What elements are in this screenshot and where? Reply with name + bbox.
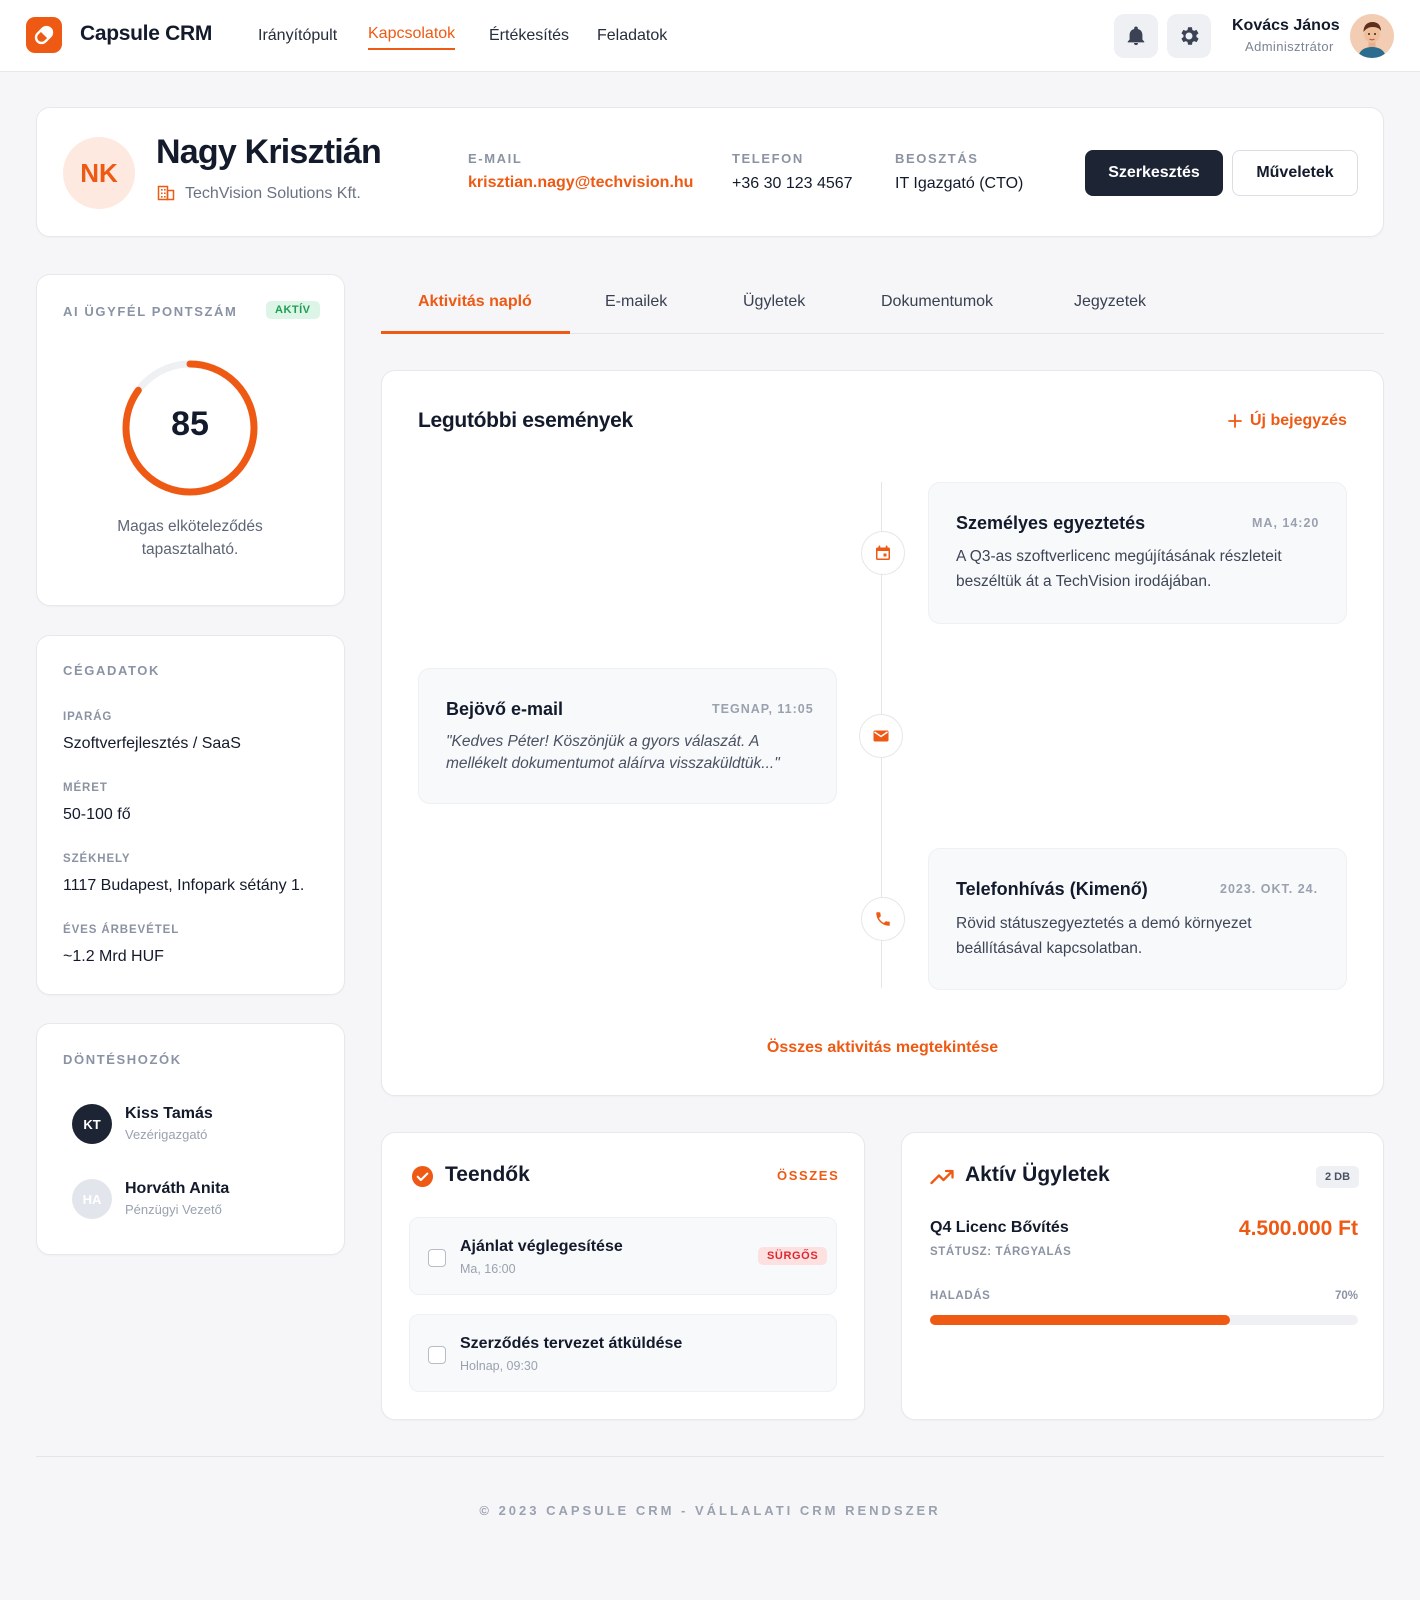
check-circle-icon xyxy=(411,1165,434,1193)
deal-amount: 4.500.000 Ft xyxy=(1238,1217,1358,1240)
person-name[interactable]: Horváth Anita xyxy=(125,1180,229,1198)
task-checkbox[interactable] xyxy=(428,1346,446,1364)
trending-up-icon xyxy=(930,1168,955,1190)
deal-name[interactable]: Q4 Licenc Bővítés xyxy=(930,1219,1069,1237)
deal-progress-bar xyxy=(930,1315,1358,1325)
active-tab-indicator xyxy=(381,331,570,334)
contact-name: Nagy Krisztián xyxy=(156,133,382,171)
task-checkbox[interactable] xyxy=(428,1249,446,1267)
actions-button[interactable]: Műveletek xyxy=(1232,150,1358,196)
avatar: HA xyxy=(72,1179,112,1219)
building-icon xyxy=(157,184,175,207)
event-text: mellékelt dokumentumot aláírva visszakül… xyxy=(446,755,780,772)
urgent-badge: SÜRGŐS xyxy=(758,1247,828,1265)
tasks-all-link[interactable]: ÖSSZES xyxy=(777,1168,839,1183)
score-value: 85 xyxy=(171,405,209,443)
user-role: Adminisztrátor xyxy=(1245,39,1334,54)
company-data-title: CÉGADATOK xyxy=(63,663,160,678)
bell-icon xyxy=(1127,26,1145,46)
brand-name[interactable]: Capsule CRM xyxy=(80,22,212,46)
event-text: Rövid státuszegyeztetés a demó környezet xyxy=(956,915,1252,932)
task-item[interactable]: Szerződés tervezet átküldése Holnap, 09:… xyxy=(409,1314,837,1392)
event-text: beállításával kapcsolatban. xyxy=(956,940,1143,957)
event-time: MA, 14:20 xyxy=(1252,516,1320,530)
position-label: BEOSZTÁS xyxy=(895,151,979,166)
progress-label: HALADÁS xyxy=(930,1290,991,1302)
phone-icon xyxy=(861,897,905,941)
nav-item-tasks[interactable]: Feladatok xyxy=(597,27,667,45)
footer-text: © 2023 CAPSULE CRM - VÁLLALATI CRM RENDS… xyxy=(479,1503,941,1518)
contact-email-link[interactable]: krisztian.nagy@techvision.hu xyxy=(468,174,693,192)
score-text-line2: tapasztalható. xyxy=(141,541,239,558)
event-title: Telefonhívás (Kimenő) xyxy=(956,879,1148,899)
decision-makers-title: DÖNTÉSHOZÓK xyxy=(63,1052,182,1067)
new-entry-button[interactable]: Új bejegyzés xyxy=(1250,412,1347,430)
view-all-activity-link[interactable]: Összes aktivitás megtekintése xyxy=(381,1039,1384,1057)
field-value-revenue: ~1.2 Mrd HUF xyxy=(63,948,164,965)
activity-title: Legutóbbi események xyxy=(418,409,633,432)
nav-item-contacts[interactable]: Kapcsolatok xyxy=(368,25,456,50)
tasks-title: Teendők xyxy=(445,1163,530,1186)
tab-deals[interactable]: Ügyletek xyxy=(743,293,805,311)
user-avatar[interactable] xyxy=(1350,14,1394,58)
plus-icon xyxy=(1228,414,1242,433)
contact-position: IT Igazgató (CTO) xyxy=(895,175,1024,192)
contact-company[interactable]: TechVision Solutions Kft. xyxy=(185,185,361,203)
progress-percent: 70% xyxy=(1334,1290,1358,1302)
deal-status: STÁTUSZ: TÁRGYALÁS xyxy=(930,1246,1072,1258)
contact-avatar: NK xyxy=(63,137,135,209)
notifications-button[interactable] xyxy=(1114,14,1158,58)
mail-icon xyxy=(859,714,903,758)
edit-button[interactable]: Szerkesztés xyxy=(1085,150,1223,196)
avatar: KT xyxy=(72,1104,112,1144)
person-name[interactable]: Kiss Tamás xyxy=(125,1105,213,1123)
settings-button[interactable] xyxy=(1167,14,1211,58)
ai-score-title: AI ÜGYFÉL PONTSZÁM xyxy=(63,304,238,319)
contact-phone[interactable]: +36 30 123 4567 xyxy=(732,175,853,193)
field-label-industry: IPARÁG xyxy=(63,711,113,723)
event-time: 2023. OKT. 24. xyxy=(1220,882,1319,896)
task-due: Holnap, 09:30 xyxy=(460,1359,538,1373)
field-label-hq: SZÉKHELY xyxy=(63,853,131,865)
tab-documents[interactable]: Dokumentumok xyxy=(881,293,993,311)
event-title: Személyes egyeztetés xyxy=(956,513,1146,533)
field-value-hq: 1117 Budapest, Infopark sétány 1. xyxy=(63,877,305,894)
tab-activity-log[interactable]: Aktivitás napló xyxy=(418,293,532,311)
task-due: Ma, 16:00 xyxy=(460,1262,516,1276)
nav-item-dashboard[interactable]: Irányítópult xyxy=(258,27,337,45)
task-title: Szerződés tervezet átküldése xyxy=(460,1335,683,1352)
deals-title: Aktív Ügyletek xyxy=(965,1163,1110,1186)
event-time: TEGNAP, 11:05 xyxy=(712,702,814,716)
calendar-icon xyxy=(861,531,905,575)
task-item[interactable]: Ajánlat véglegesítése Ma, 16:00 SÜRGŐS xyxy=(409,1217,837,1295)
task-title: Ajánlat véglegesítése xyxy=(460,1238,623,1255)
footer-divider xyxy=(36,1456,1384,1457)
event-title: Bejövő e-mail xyxy=(446,699,564,719)
field-value-size: 50-100 fő xyxy=(63,806,131,823)
gear-icon xyxy=(1181,27,1199,45)
event-text: "Kedves Péter! Köszönjük a gyors válaszá… xyxy=(446,733,760,750)
top-bar: Capsule CRM Irányítópult Kapcsolatok Ért… xyxy=(0,0,1420,72)
event-text: beszéltük át a TechVision irodájában. xyxy=(956,573,1212,590)
tab-emails[interactable]: E-mailek xyxy=(605,293,667,311)
person-role: Vezérigazgató xyxy=(125,1127,208,1142)
user-name: Kovács János xyxy=(1232,17,1340,34)
event-text: A Q3-as szoftverlicenc megújításának rés… xyxy=(956,548,1282,565)
active-badge: AKTÍV xyxy=(266,301,320,319)
email-label: E-MAIL xyxy=(468,151,523,166)
tab-notes[interactable]: Jegyzetek xyxy=(1074,293,1146,311)
field-label-revenue: ÉVES ÁRBEVÉTEL xyxy=(63,924,180,936)
logo-icon[interactable] xyxy=(26,17,62,53)
phone-label: TELEFON xyxy=(732,151,804,166)
deals-count-badge: 2 DB xyxy=(1316,1166,1360,1188)
field-label-size: MÉRET xyxy=(63,782,108,794)
field-value-industry: Szoftverfejlesztés / SaaS xyxy=(63,735,241,752)
nav-item-sales[interactable]: Értékesítés xyxy=(489,27,569,45)
deal-progress-fill xyxy=(930,1315,1230,1325)
person-role: Pénzügyi Vezető xyxy=(125,1202,222,1217)
score-text-line1: Magas elköteleződés xyxy=(117,518,263,535)
